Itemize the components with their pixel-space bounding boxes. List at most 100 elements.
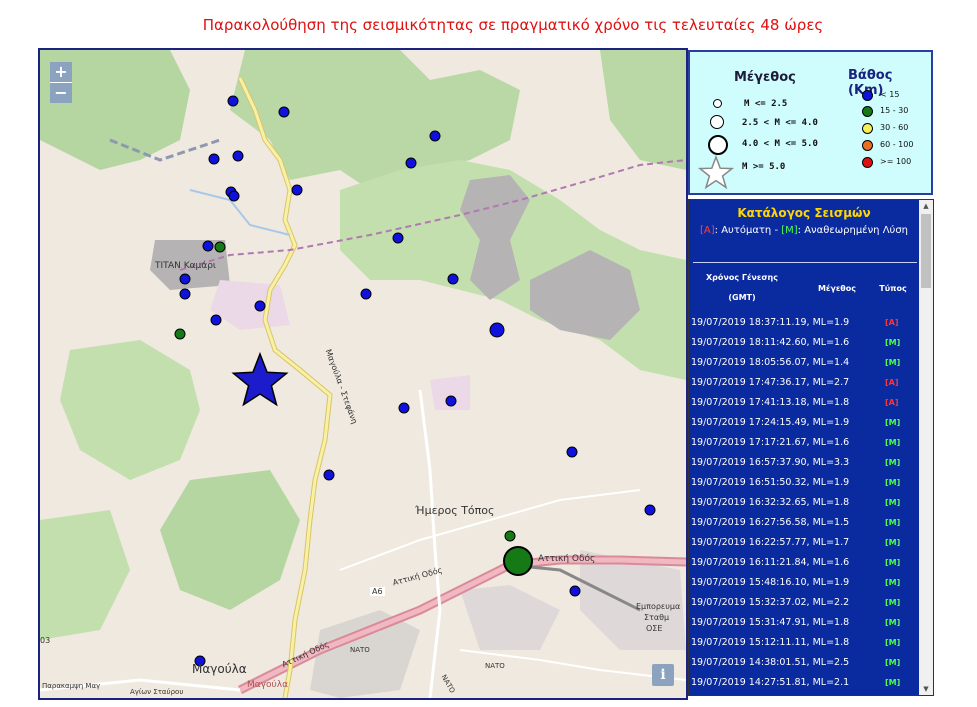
place-label: TITAN Καμάρι: [155, 261, 216, 271]
catalog-row[interactable]: 19/07/2019 16:51:50.32, ML=1.9 [M]: [689, 474, 919, 494]
catalog-row[interactable]: 19/07/2019 16:32:32.65, ML=1.8 [M]: [689, 494, 919, 514]
earthquake-marker[interactable]: [429, 130, 441, 142]
catalog-row-text: 19/07/2019 18:11:42.60, ML=1.6: [691, 337, 850, 348]
catalog-row-text: 19/07/2019 16:51:50.32, ML=1.9: [691, 477, 850, 488]
catalog-row[interactable]: 19/07/2019 16:11:21.84, ML=1.6 [M]: [689, 554, 919, 574]
earthquake-marker[interactable]: [405, 157, 417, 169]
catalog-legend: [A]: Αυτόματη - [M]: Αναθεωρημένη Λύση: [689, 225, 919, 236]
earthquake-marker[interactable]: [392, 232, 404, 244]
road-label: Παρακαμψη Μαγ: [42, 682, 101, 690]
earthquake-marker[interactable]: [214, 241, 226, 253]
catalog-row[interactable]: 19/07/2019 18:11:42.60, ML=1.6 [M]: [689, 334, 919, 354]
catalog-rows: 19/07/2019 18:37:11.19, ML=1.9 [A] 19/07/2…: [689, 314, 919, 694]
zoom-out-button[interactable]: −: [50, 83, 72, 103]
earthquake-marker[interactable]: [179, 273, 191, 285]
column-header-magnitude: Μέγεθος: [817, 284, 857, 293]
catalog-row-type: [M]: [885, 518, 901, 527]
catalog-row[interactable]: 19/07/2019 16:22:57.77, ML=1.7 [M]: [689, 534, 919, 554]
zoom-in-button[interactable]: +: [50, 62, 72, 82]
earthquake-marker[interactable]: [291, 184, 303, 196]
catalog-row[interactable]: 19/07/2019 18:05:56.07, ML=1.4 [M]: [689, 354, 919, 374]
catalog-row-text: 19/07/2019 16:32:32.65, ML=1.8: [691, 497, 850, 508]
map-legend: Μέγεθος Βάθος (Km) M <= 2.5 2.5 < M <= 4…: [688, 50, 933, 195]
legend-depth-item: < 15: [880, 90, 900, 99]
road-label: Αγίων Σταύρου: [130, 688, 184, 696]
legend-magnitude-item: 2.5 < M <= 4.0: [742, 118, 818, 128]
legend-depth-item: 60 - 100: [880, 140, 914, 149]
earthquake-marker[interactable]: [503, 546, 533, 576]
catalog-row[interactable]: 19/07/2019 16:27:56.58, ML=1.5 [M]: [689, 514, 919, 534]
catalog-row[interactable]: 19/07/2019 17:17:21.67, ML=1.6 [M]: [689, 434, 919, 454]
catalog-row[interactable]: 19/07/2019 15:12:11.11, ML=1.8 [M]: [689, 634, 919, 654]
catalog-row-text: 19/07/2019 17:17:21.67, ML=1.6: [691, 437, 850, 448]
catalog-row[interactable]: 19/07/2019 17:47:36.17, ML=2.7 [A]: [689, 374, 919, 394]
catalog-row-type: [M]: [885, 358, 901, 367]
catalog-row-type: [M]: [885, 498, 901, 507]
catalog-row-text: 19/07/2019 18:37:11.19, ML=1.9: [691, 317, 850, 328]
catalog-row-text: 19/07/2019 16:57:37.90, ML=3.3: [691, 457, 850, 468]
earthquake-marker[interactable]: [569, 585, 581, 597]
catalog-row[interactable]: 19/07/2019 17:24:15.49, ML=1.9 [M]: [689, 414, 919, 434]
earthquake-marker[interactable]: [210, 314, 222, 326]
earthquake-marker[interactable]: [447, 273, 459, 285]
zoom-control: + −: [50, 62, 72, 103]
earthquake-marker[interactable]: [227, 95, 239, 107]
earthquake-marker[interactable]: [566, 446, 578, 458]
earthquake-marker[interactable]: [278, 106, 290, 118]
scroll-down-arrow-icon[interactable]: ▼: [919, 683, 933, 695]
catalog-row[interactable]: 19/07/2019 16:57:37.90, ML=3.3 [M]: [689, 454, 919, 474]
catalog-row-type: [M]: [885, 418, 901, 427]
catalog-row-type: [M]: [885, 678, 901, 687]
depth-15-30-icon: [862, 106, 873, 117]
catalog-row-type: [M]: [885, 338, 901, 347]
earthquake-marker[interactable]: [398, 402, 410, 414]
catalog-row-text: 19/07/2019 14:27:51.81, ML=2.1: [691, 677, 850, 688]
earthquake-marker[interactable]: [360, 288, 372, 300]
earthquake-marker[interactable]: [232, 150, 244, 162]
info-button[interactable]: i: [652, 664, 674, 686]
catalog-row[interactable]: 19/07/2019 14:27:51.81, ML=2.1 [M]: [689, 674, 919, 694]
column-header-time: Χρόνος Γένεσης: [706, 273, 778, 282]
depth-gt100-icon: [862, 157, 873, 168]
catalog-row[interactable]: 19/07/2019 18:37:11.19, ML=1.9 [A]: [689, 314, 919, 334]
earthquake-catalog[interactable]: Κατάλογος Σεισμών [A]: Αυτόματη - [M]: Α…: [688, 199, 934, 696]
road-label: ΝΑΤΟ: [350, 646, 370, 654]
map-canvas[interactable]: [40, 50, 686, 698]
catalog-row-text: 19/07/2019 16:11:21.84, ML=1.6: [691, 557, 850, 568]
legend-depth-item: >= 100: [880, 157, 912, 166]
catalog-row-text: 19/07/2019 15:12:11.11, ML=1.8: [691, 637, 850, 648]
catalog-row-type: [M]: [885, 598, 901, 607]
catalog-row[interactable]: 19/07/2019 17:41:13.18, ML=1.8 [A]: [689, 394, 919, 414]
legend-magnitude-item: 4.0 < M <= 5.0: [742, 139, 818, 149]
catalog-row[interactable]: 19/07/2019 14:38:01.51, ML=2.5 [M]: [689, 654, 919, 674]
earthquake-marker[interactable]: [504, 530, 516, 542]
page-title: Παρακολούθηση της σεισμικότητας σε πραγμ…: [202, 16, 824, 34]
depth-lt15-icon: [862, 90, 873, 101]
earthquake-marker[interactable]: [644, 504, 656, 516]
earthquake-marker[interactable]: [254, 300, 266, 312]
catalog-row-text: 19/07/2019 16:27:56.58, ML=1.5: [691, 517, 850, 528]
place-label: Μαγούλα: [192, 662, 247, 676]
earthquake-marker[interactable]: [202, 240, 214, 252]
earthquake-marker[interactable]: [228, 190, 240, 202]
earthquake-marker[interactable]: [174, 328, 186, 340]
catalog-row[interactable]: 19/07/2019 15:31:47.91, ML=1.8 [M]: [689, 614, 919, 634]
magnitude-small-icon: [713, 99, 722, 108]
earthquake-marker[interactable]: [445, 395, 457, 407]
catalog-row[interactable]: 19/07/2019 15:32:37.02, ML=2.2 [M]: [689, 594, 919, 614]
earthquake-marker[interactable]: [208, 153, 220, 165]
earthquake-marker[interactable]: [489, 322, 505, 338]
map-view[interactable]: TITAN Καμάρι Ήμερος Τόπος Μαγούλα Μαγούλ…: [38, 48, 688, 700]
place-label: Μαγούλα: [247, 680, 288, 690]
magnitude-star-icon: [698, 155, 734, 190]
catalog-row[interactable]: 19/07/2019 15:48:16.10, ML=1.9 [M]: [689, 574, 919, 594]
earthquake-marker[interactable]: [179, 288, 191, 300]
scroll-up-arrow-icon[interactable]: ▲: [919, 200, 933, 212]
place-label: Σταθμ: [644, 613, 670, 622]
catalog-row-type: [M]: [885, 658, 901, 667]
earthquake-marker[interactable]: [323, 469, 335, 481]
column-header-type: Τύπος: [879, 284, 907, 293]
scrollbar-thumb[interactable]: [921, 214, 931, 288]
catalog-scrollbar[interactable]: ▲ ▼: [919, 200, 933, 695]
tag-automatic: [A]: [699, 225, 715, 236]
